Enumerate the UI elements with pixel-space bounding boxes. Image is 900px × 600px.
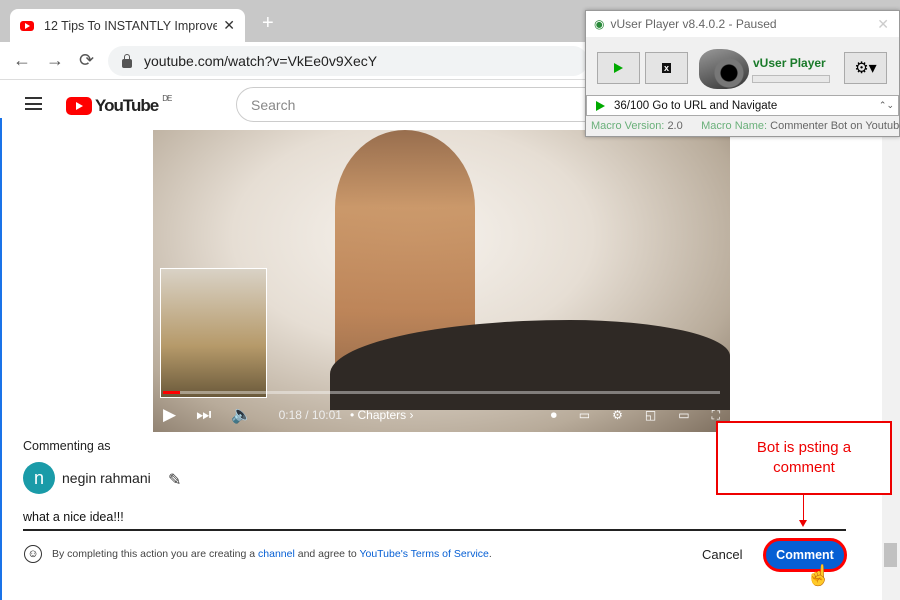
miniplayer-icon[interactable]: ◱ <box>645 408 656 422</box>
lock-icon <box>122 53 132 68</box>
stop-button[interactable]: x <box>645 52 688 84</box>
play-button[interactable] <box>597 52 640 84</box>
avatar[interactable]: n <box>23 462 55 494</box>
close-tab-icon[interactable]: ✕ <box>223 17 235 34</box>
stop-icon: x <box>661 63 671 73</box>
step-text: 36/100 Go to URL and Navigate <box>614 99 778 112</box>
terms-of-service-link[interactable]: YouTube's Terms of Service <box>359 548 488 560</box>
macro-step-select[interactable]: 36/100 Go to URL and Navigate ⌃⌄ <box>586 95 899 116</box>
comment-input[interactable]: what a nice idea!!! <box>23 510 846 531</box>
vuser-hand-pause-icon <box>699 49 749 89</box>
youtube-logo[interactable]: YouTube DE <box>66 93 172 116</box>
terms-text: By completing this action you are creati… <box>52 548 259 560</box>
subtitles-icon[interactable]: ▭ <box>579 408 590 422</box>
volume-icon[interactable]: 🔈 <box>231 405 252 425</box>
chapters-button[interactable]: • Chapters › <box>350 408 414 422</box>
edit-pencil-icon[interactable]: ✎ <box>168 470 181 490</box>
tab-title: 12 Tips To INSTANTLY Improve Your <box>44 18 218 33</box>
vuser-progress-bar <box>752 75 830 83</box>
vuser-titlebar: ◉ vUser Player v8.4.0.2 - Paused ✕ <box>586 11 899 37</box>
macro-name: Commenter Bot on Youtube. <box>770 120 900 132</box>
user-name: negin rahmani <box>62 470 151 486</box>
search-input[interactable]: Search <box>236 87 586 122</box>
terms-text: . <box>488 548 492 560</box>
logo-text: YouTube <box>95 96 159 115</box>
window-edge <box>0 118 2 600</box>
youtube-play-logo-icon <box>66 97 92 115</box>
commenting-as-label: Commenting as <box>23 439 111 453</box>
annotation-callout: Bot is psting a comment <box>716 421 892 495</box>
annotation-arrowhead <box>799 520 807 527</box>
forward-icon[interactable]: → <box>46 50 64 71</box>
new-tab-button[interactable]: + <box>262 12 274 35</box>
theater-mode-icon[interactable]: ▭ <box>678 408 689 422</box>
play-icon[interactable]: ▶ <box>163 405 176 425</box>
terms-text: and agree to <box>294 548 360 560</box>
player-controls: ▶ ⏭ 🔈 0:18 / 10:01 • Chapters › ⏺ ▭ ⚙ ◱ … <box>163 402 720 428</box>
vuser-title: vUser Player v8.4.0.2 - Paused <box>610 17 777 31</box>
next-icon[interactable]: ⏭ <box>196 405 211 425</box>
browser-tab[interactable]: 12 Tips To INSTANTLY Improve Your ✕ <box>10 9 245 42</box>
annotation-arrow <box>803 495 804 521</box>
close-icon[interactable]: ✕ <box>877 16 889 33</box>
menu-icon[interactable] <box>25 97 42 110</box>
address-bar[interactable]: youtube.com/watch?v=VkEe0v9XecY <box>108 46 588 76</box>
scrollbar[interactable] <box>882 130 900 600</box>
macro-version: 2.0 <box>667 120 683 132</box>
autoplay-toggle-icon[interactable]: ⏺ <box>551 408 557 423</box>
region-code: DE <box>162 93 172 103</box>
progress-bar[interactable] <box>163 391 720 394</box>
progress-fill <box>163 391 180 394</box>
settings-gear-icon[interactable]: ⚙ <box>612 408 623 422</box>
scrollbar-thumb[interactable] <box>884 543 897 567</box>
cancel-button[interactable]: Cancel <box>702 547 742 562</box>
seek-preview-thumbnail <box>160 268 267 398</box>
spinner-icon[interactable]: ⌃⌄ <box>879 100 894 111</box>
macro-info: Macro Version: 2.0 Macro Name: Commenter… <box>591 120 900 132</box>
terms-notice: By completing this action you are creati… <box>52 548 492 560</box>
settings-gear-icon[interactable]: ⚙▾ <box>844 52 887 84</box>
reload-icon[interactable]: ⟳ <box>79 50 94 71</box>
time-display: 0:18 / 10:01 <box>278 408 342 422</box>
step-play-icon <box>596 100 605 111</box>
macro-version-label: Macro Version: <box>591 120 665 132</box>
hand-cursor-icon: ☝ <box>806 565 831 587</box>
comment-button[interactable]: Comment <box>763 538 847 572</box>
back-icon[interactable]: ← <box>13 50 31 71</box>
macro-name-label: Macro Name: <box>701 120 768 132</box>
vuser-logo-icon: ◉ <box>594 17 605 31</box>
emoji-icon[interactable]: ☺ <box>24 545 42 563</box>
youtube-favicon-icon <box>20 20 34 31</box>
vuser-player-window: ◉ vUser Player v8.4.0.2 - Paused ✕ x vUs… <box>585 10 900 137</box>
channel-link[interactable]: channel <box>258 548 295 560</box>
url-text: youtube.com/watch?v=VkEe0v9XecY <box>144 53 378 69</box>
vuser-brand: vUser Player <box>753 56 826 70</box>
